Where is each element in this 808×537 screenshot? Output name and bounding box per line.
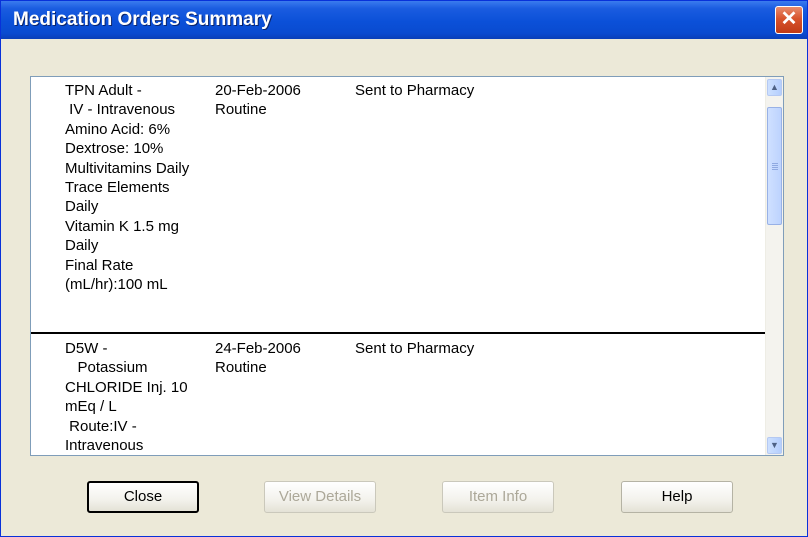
order-date: 24-Feb-2006 Routine bbox=[215, 339, 301, 378]
order-status: Sent to Pharmacy bbox=[355, 340, 475, 357]
date-value: 24-Feb-2006 bbox=[215, 340, 301, 357]
scrollbar-thumb[interactable] bbox=[767, 107, 782, 225]
description-line: CHLORIDE Inj. 10 bbox=[65, 378, 188, 396]
description-line: Trace Elements bbox=[65, 179, 170, 197]
close-button[interactable]: Close bbox=[87, 481, 199, 513]
row-divider bbox=[31, 332, 768, 334]
order-description: TPN Adult - IV - Intravenous Amino Acid:… bbox=[65, 81, 215, 294]
date-value: 20-Feb-2006 bbox=[215, 82, 301, 99]
description-line: Potassium bbox=[65, 359, 148, 377]
description-line: Final Rate bbox=[65, 256, 134, 274]
description-line: (mL/hr):100 mL bbox=[65, 276, 168, 294]
vertical-scrollbar[interactable]: ▲ ▼ bbox=[765, 77, 783, 455]
item-info-button[interactable]: Item Info bbox=[442, 481, 554, 513]
description-line: Dextrose: 10% bbox=[65, 140, 164, 158]
window-title: Medication Orders Summary bbox=[13, 9, 272, 30]
description-line: Amino Acid: 6% bbox=[65, 120, 171, 138]
description-line: Daily bbox=[65, 237, 99, 255]
description-line: IV - Intravenous bbox=[65, 101, 176, 119]
close-icon[interactable]: ✕ bbox=[775, 6, 803, 34]
description-line: TPN Adult - bbox=[65, 82, 142, 99]
description-line: Daily bbox=[65, 198, 99, 216]
order-date: 20-Feb-2006 Routine bbox=[215, 81, 301, 120]
orders-list[interactable]: TPN Adult - IV - Intravenous Amino Acid:… bbox=[30, 76, 784, 456]
help-button[interactable]: Help bbox=[621, 481, 733, 513]
scroll-down-icon[interactable]: ▼ bbox=[767, 437, 782, 454]
title-bar: Medication Orders Summary ✕ bbox=[1, 1, 807, 39]
description-line: Multivitamins Daily bbox=[65, 159, 190, 177]
description-line: Route:IV - bbox=[65, 417, 137, 435]
grip-icon bbox=[772, 163, 778, 164]
order-description: D5W - Potassium CHLORIDE Inj. 10 mEq / L… bbox=[65, 339, 215, 455]
scroll-up-icon[interactable]: ▲ bbox=[767, 79, 782, 96]
description-line: Vitamin K 1.5 mg bbox=[65, 217, 179, 235]
description-line: D5W - bbox=[65, 340, 108, 357]
priority-value: Routine bbox=[215, 359, 267, 377]
description-line: mEq / L bbox=[65, 398, 117, 416]
description-line: Intravenous bbox=[65, 437, 144, 455]
priority-value: Routine bbox=[215, 101, 267, 119]
view-details-button[interactable]: View Details bbox=[264, 481, 376, 513]
dialog-window: Medication Orders Summary ✕ TPN Adult - … bbox=[0, 0, 808, 537]
order-status: Sent to Pharmacy bbox=[355, 82, 475, 99]
